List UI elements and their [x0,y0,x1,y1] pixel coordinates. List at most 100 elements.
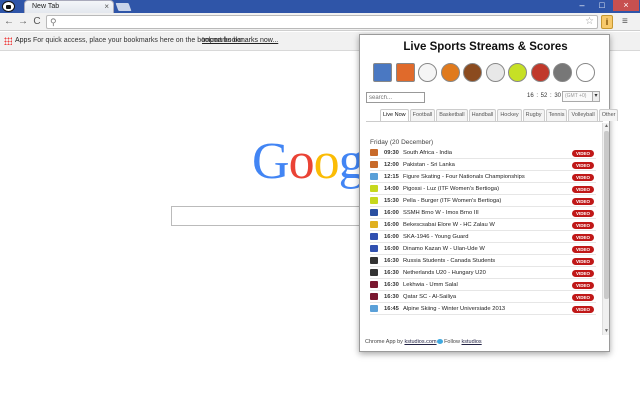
forward-button[interactable]: → [17,16,29,28]
address-input[interactable] [61,17,581,28]
search-icon: ⚲ [50,17,57,27]
scrollbar[interactable]: ▲ ▼ [602,123,609,335]
search-input[interactable] [366,92,425,103]
video-button[interactable]: VIDEO [572,233,594,241]
event-time: 12:15 [384,174,399,180]
video-button[interactable]: VIDEO [572,245,594,253]
event-row[interactable]: 16:45 Alpine Skiing - Winter Universiade … [370,303,596,315]
russia-flag-icon [370,245,378,252]
video-button[interactable]: VIDEO [572,257,594,265]
event-row[interactable]: 16:00 Bekescsabai Elore W - HC Zalau W VID… [370,219,596,231]
event-time: 16:00 [384,234,399,240]
event-row[interactable]: 15:30 Pella - Burger (ITF Women's Bertiog… [370,195,596,207]
czech-flag-icon [370,209,378,216]
apps-grid-icon[interactable] [4,37,12,45]
tennis-icon[interactable] [508,63,527,82]
hockey-icon[interactable] [553,63,572,82]
tab-close-icon[interactable]: × [104,2,109,11]
tab-other[interactable]: Other [598,109,619,121]
close-window-button[interactable]: × [613,0,639,11]
video-button[interactable]: VIDEO [572,269,594,277]
video-button[interactable]: VIDEO [572,197,594,205]
tab-football[interactable]: Football [409,109,436,121]
tab-rugby[interactable]: Rugby [522,109,545,121]
timezone-select[interactable]: (GMT +0) ▾ [562,91,600,102]
event-row[interactable]: 16:00 SKA-1946 - Young Guard VIDEO [370,231,596,243]
reload-button[interactable]: C [31,16,43,28]
new-tab-button[interactable] [115,3,132,11]
maximize-button[interactable]: □ [592,0,612,11]
site-link[interactable]: kstudios.com [404,339,436,345]
sport-tabs: Live Now Football Basketball Handball Hockey… [380,109,619,121]
all-sports-icon[interactable] [373,63,392,82]
event-name: Figure Skating - Four Nationals Champion… [403,174,525,180]
hockey-puck-icon [370,257,378,264]
event-row[interactable]: 16:00 Dinamo Kazan W - Ulan-Ude W VIDEO [370,243,596,255]
basketball-icon[interactable] [440,63,460,82]
tab-hockey[interactable]: Hockey [497,109,522,121]
volleyball-icon[interactable] [485,63,505,82]
video-button[interactable]: VIDEO [572,173,594,181]
rugby-icon[interactable] [463,63,482,82]
video-button[interactable]: VIDEO [572,281,594,289]
video-button[interactable]: VIDEO [572,221,594,229]
event-time: 15:30 [384,198,399,204]
video-button[interactable]: VIDEO [572,305,594,313]
popup-title: Live Sports Streams & Scores [403,41,568,53]
event-name: Bekescsabai Elore W - HC Zalau W [403,222,495,228]
video-button[interactable]: VIDEO [572,185,594,193]
follow-link[interactable]: kstudios [462,339,482,345]
event-name: Dinamo Kazan W - Ulan-Ude W [403,246,485,252]
video-button[interactable]: VIDEO [572,149,594,157]
event-time: 16:00 [384,222,399,228]
invaders-icon[interactable] [395,63,415,82]
tab-new-tab[interactable]: New Tab × [24,0,114,13]
event-name: Lekhwia - Umm Salal [403,282,458,288]
sports-popup: Live Sports Streams & Scores 16 : 52 : 3… [359,34,619,352]
event-row[interactable]: 14:00 Pigossi - Luz (ITF Women's Bertioga… [370,183,596,195]
scroll-up-icon[interactable]: ▲ [603,123,610,130]
video-button[interactable]: VIDEO [572,209,594,217]
browser-window: New Tab × – □ × ← → C ⚲ ☆ i ≡ Apps For q… [0,0,640,400]
tabs-divider [366,121,603,122]
cricket-icon[interactable] [530,63,550,82]
event-row[interactable]: 16:30 Russia Students - Canada Students VI… [370,255,596,267]
football-logo-icon [2,1,15,12]
tab-live-now[interactable]: Live Now [380,109,409,121]
date-header: Friday (20 December) [370,139,434,146]
qatar-flag-icon [370,293,378,300]
bookmark-star-icon[interactable]: ☆ [585,16,594,27]
google-search-input[interactable] [171,206,361,226]
tab-basketball[interactable]: Basketball [436,109,468,121]
video-button[interactable]: VIDEO [572,293,594,301]
clock: 16 : 52 : 30 [527,93,562,99]
event-row[interactable]: 12:15 Figure Skating - Four Nationals Cha… [370,171,596,183]
event-row[interactable]: 12:00 Pakistan - Sri Lanka VIDEO [370,159,596,171]
event-name: Alpine Skiing - Winter Universiade 2013 [403,306,506,312]
menu-icon[interactable]: ≡ [622,16,628,27]
event-row[interactable]: 16:30 Netherlands U20 - Hungary U20 VIDEO [370,267,596,279]
import-bookmarks-link[interactable]: Import bookmarks now... [202,37,278,44]
tab-volleyball[interactable]: Volleyball [568,109,598,121]
event-time: 16:30 [384,270,399,276]
tennis-icon [370,197,378,204]
event-row[interactable]: 09:30 South Africa - India VIDEO [370,147,596,159]
sports-extension-button[interactable]: i [601,15,613,29]
event-row[interactable]: 16:00 SSMH Brno W - Imos Brno III VIDEO [370,207,596,219]
minimize-button[interactable]: – [572,0,592,11]
qatar-flag-icon [370,281,378,288]
scroll-thumb[interactable] [604,131,609,299]
event-row[interactable]: 16:30 Qatar SC - Al-Sailiya VIDEO [370,291,596,303]
football-icon[interactable] [418,63,437,82]
tab-tennis[interactable]: Tennis [545,109,568,121]
apps-link[interactable]: Apps [15,37,31,44]
tab-handball[interactable]: Handball [468,109,497,121]
chevron-down-icon: ▾ [592,92,599,101]
video-button[interactable]: VIDEO [572,161,594,169]
romania-flag-icon [370,221,378,228]
event-row[interactable]: 16:30 Lekhwia - Umm Salal VIDEO [370,279,596,291]
back-button[interactable]: ← [3,16,15,28]
racing-flag-icon[interactable] [575,63,595,82]
omnibox[interactable]: ⚲ ☆ [46,15,598,29]
scroll-down-icon[interactable]: ▼ [603,328,610,335]
